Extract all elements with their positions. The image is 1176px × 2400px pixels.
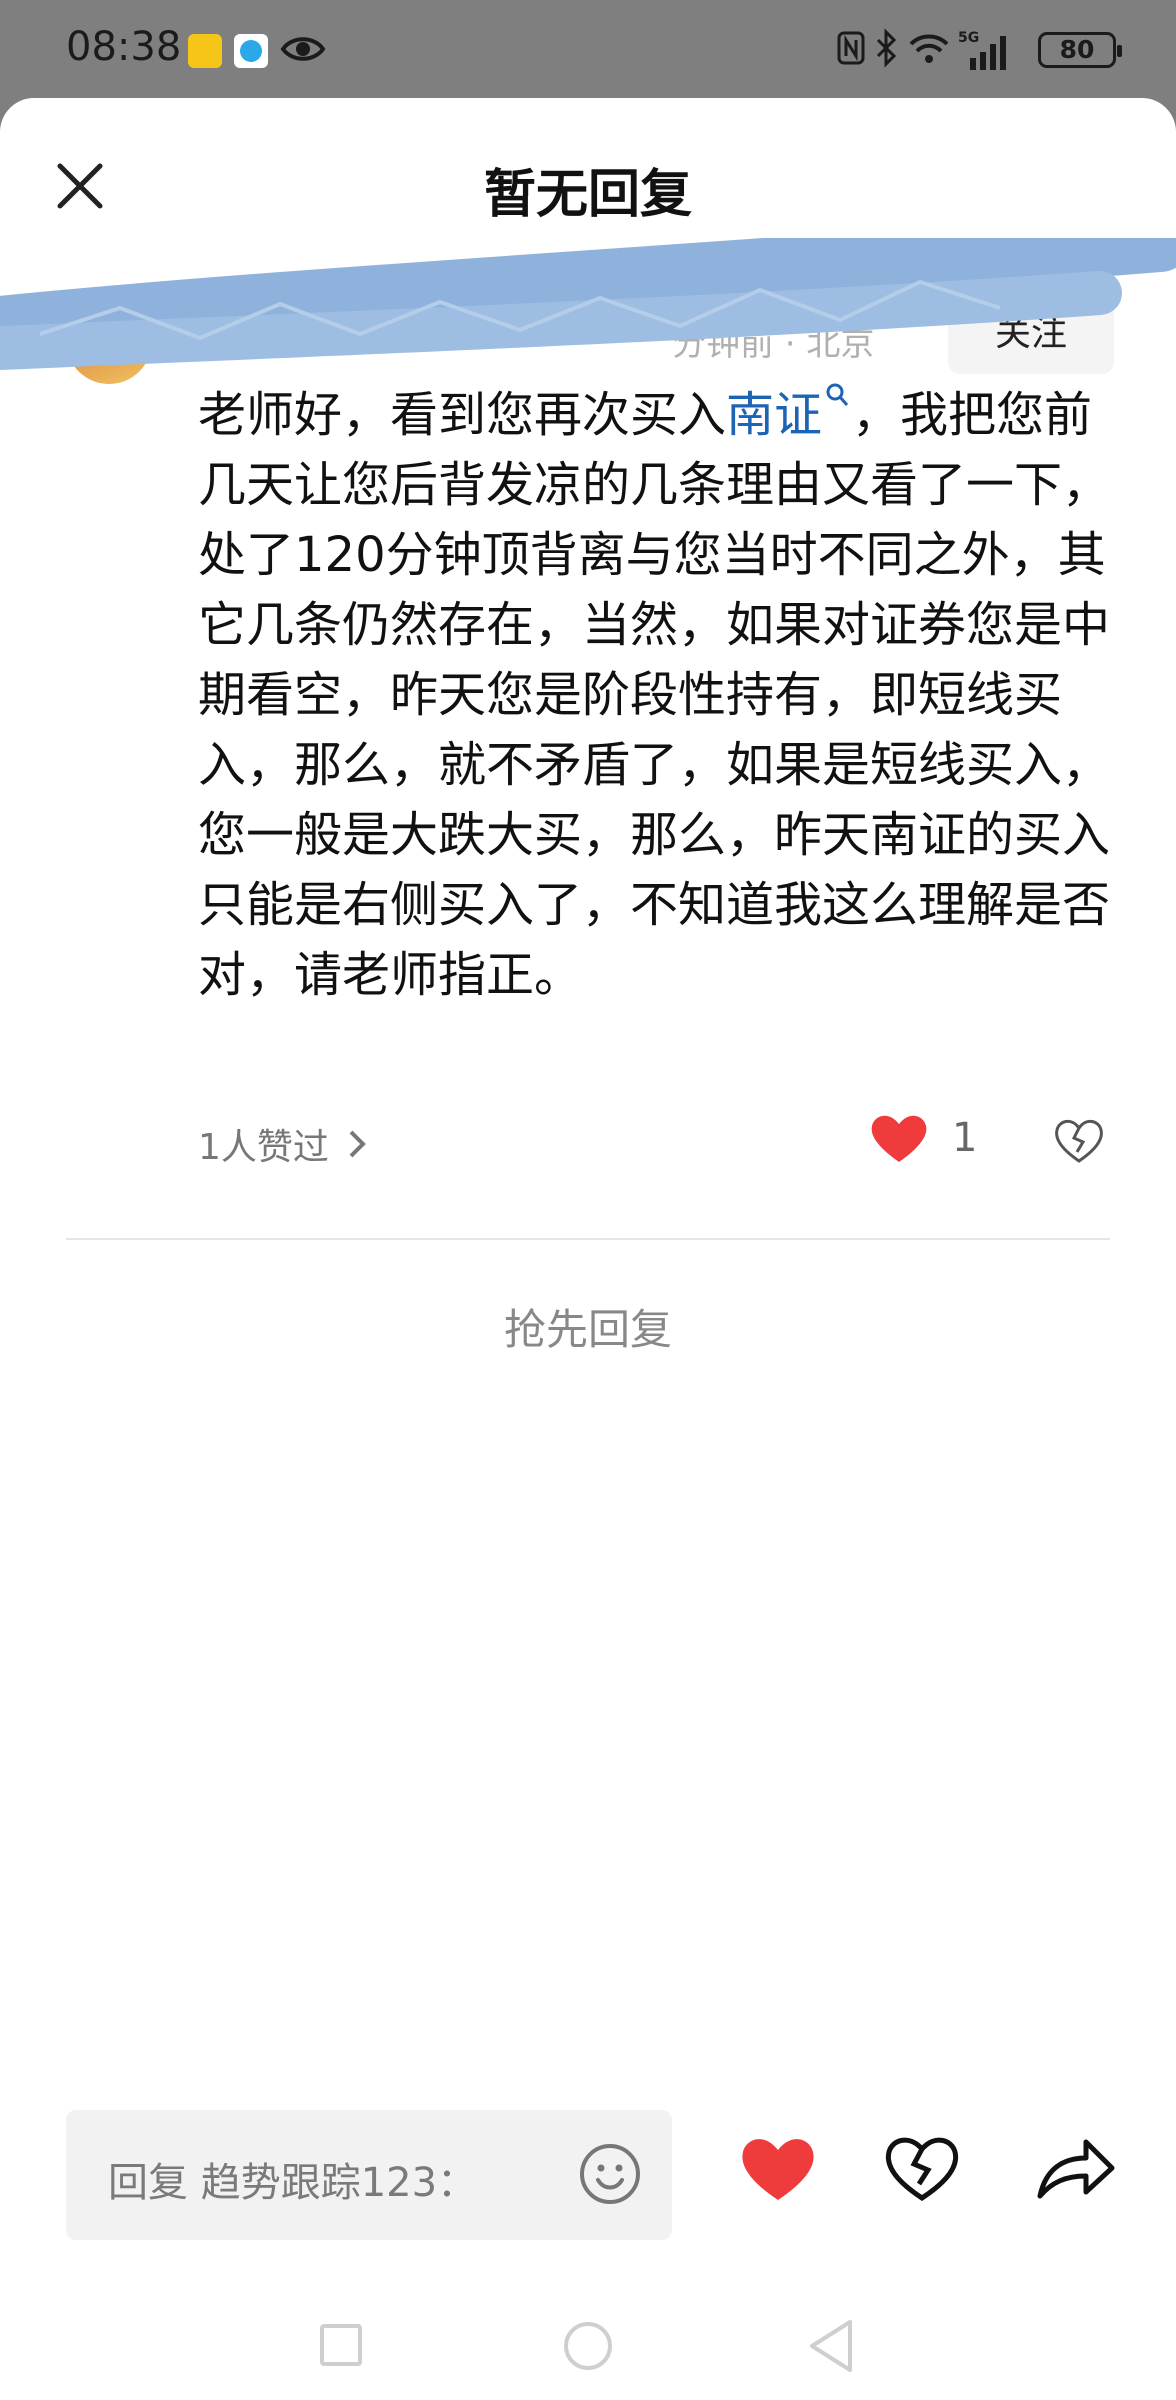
nfc-icon (837, 31, 865, 65)
likes-summary-label: 1人赞过 (198, 1127, 329, 1168)
comment-time-location: 分钟前 · 北京 (672, 324, 875, 364)
status-indicators: 5G 80 (836, 28, 1122, 72)
home-button[interactable] (564, 2322, 612, 2370)
heart-icon (871, 1115, 927, 1162)
comment-text-start: 老师好，看到您再次买入 (198, 387, 727, 443)
comment-text: 老师好，看到您再次买入南证 ，我把您前几天让您后背发凉的几条理由又看了一下，处了1… (198, 380, 1118, 1010)
avatar[interactable] (66, 298, 152, 384)
comment-text-rest: ，我把您前几天让您后背发凉的几条理由又看了一下，处了120分钟顶背离与您当时不同… (198, 387, 1111, 1003)
notification-app-icon (234, 34, 268, 68)
cellular-signal-icon: 5G (958, 30, 1006, 70)
share-icon[interactable] (1036, 2134, 1116, 2202)
meituan-app-icon (188, 34, 222, 68)
broken-heart-icon[interactable] (1054, 1118, 1104, 1164)
broken-heart-icon[interactable] (884, 2134, 960, 2202)
likes-summary[interactable]: 1人赞过 (198, 1118, 367, 1170)
sheet-title: 暂无回复 (483, 165, 692, 225)
emoji-icon[interactable] (578, 2142, 642, 2206)
chevron-right-icon (349, 1130, 366, 1158)
battery-indicator: 80 (1038, 32, 1122, 68)
reply-sheet: 暂无回复 分钟前 · 北京 关注 老师好，看到您再次买入南证 ，我把您前几天让您后… (0, 98, 1176, 2400)
like-button[interactable]: 1 (870, 1112, 977, 1164)
reply-input[interactable]: 回复 趋势跟踪123： (66, 2110, 672, 2240)
wifi-icon (909, 34, 949, 63)
search-icon (826, 383, 849, 406)
divider (66, 1238, 1110, 1240)
heart-icon[interactable] (740, 2134, 816, 2202)
back-button[interactable] (806, 2318, 856, 2374)
like-count: 1 (952, 1115, 978, 1161)
bluetooth-icon (876, 28, 897, 68)
status-time: 08:38 (66, 24, 182, 70)
follow-button[interactable]: 关注 (948, 294, 1114, 374)
status-bar: 08:38 5G 80 (0, 0, 1176, 100)
recent-apps-button[interactable] (320, 2324, 362, 2366)
stock-link[interactable]: 南证 (726, 387, 822, 443)
reply-first-prompt[interactable]: 抢先回复 (0, 1296, 1176, 1357)
reply-placeholder: 回复 趋势跟踪123： (108, 2160, 478, 2206)
eye-icon (280, 37, 326, 61)
svg-text:5G: 5G (958, 30, 979, 46)
